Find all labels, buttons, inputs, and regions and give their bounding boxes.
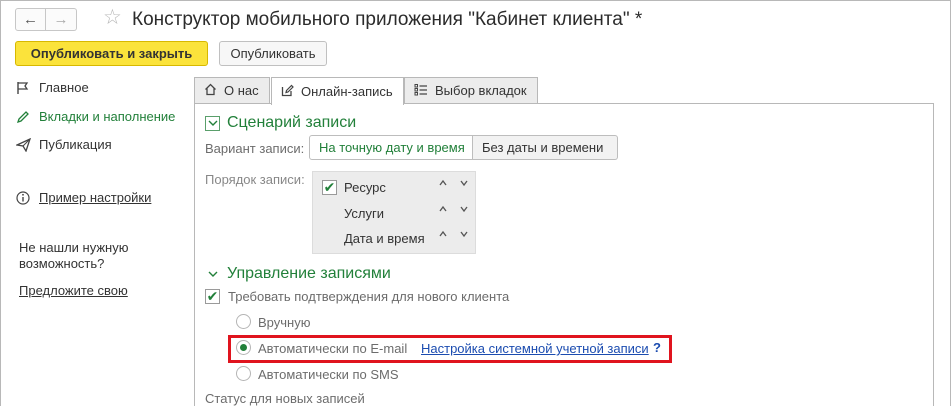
help-text-line: Не нашли нужную: [19, 240, 129, 255]
arrow-left-icon: ←: [23, 11, 38, 28]
sidebar-item-tabs-content[interactable]: Вкладки и наполнение: [14, 109, 175, 124]
send-icon: [14, 137, 32, 152]
sidebar-item-publication[interactable]: Публикация: [14, 137, 112, 152]
order-list: ✔ Ресурс Услуги Дата и время: [312, 171, 476, 254]
home-icon: [204, 83, 217, 99]
navigation-buttons: ← →: [15, 8, 77, 31]
highlight-frame: [228, 335, 672, 363]
radio-auto-sms[interactable]: [236, 366, 251, 381]
help-text-line: возможность?: [19, 256, 105, 271]
info-icon: [14, 190, 32, 205]
move-down-icon[interactable]: [457, 179, 471, 190]
favorite-star-icon[interactable]: ☆: [103, 6, 122, 30]
variant-option-exact-datetime[interactable]: На точную дату и время: [309, 135, 473, 160]
order-label: Порядок записи:: [205, 172, 305, 187]
forward-button[interactable]: →: [46, 8, 77, 31]
suggest-link[interactable]: Предложите свою: [19, 283, 128, 298]
back-button[interactable]: ←: [15, 8, 46, 31]
arrow-right-icon: →: [53, 11, 69, 28]
order-item-services[interactable]: Услуги: [313, 201, 477, 226]
flag-icon: [14, 81, 32, 95]
management-title: Управление записями: [227, 265, 391, 282]
tab-select-tabs[interactable]: Выбор вкладок: [404, 77, 538, 104]
move-down-icon[interactable]: [457, 230, 471, 241]
order-item-label: Дата и время: [344, 231, 425, 246]
booking-scenario-title: Сценарий записи: [227, 114, 357, 131]
move-up-icon[interactable]: [436, 205, 450, 216]
move-up-icon[interactable]: [436, 179, 450, 190]
example-setup-item[interactable]: Пример настройки: [14, 190, 151, 205]
sidebar-item-label: Главное: [39, 80, 89, 95]
publish-and-close-button[interactable]: Опубликовать и закрыть: [15, 41, 208, 66]
page-title: Конструктор мобильного приложения "Кабин…: [132, 9, 643, 30]
sidebar-item-label: Публикация: [39, 137, 112, 152]
help-text: Не нашли нужную возможность?: [19, 240, 169, 272]
tab-label: Выбор вкладок: [435, 83, 527, 98]
order-item-datetime[interactable]: Дата и время: [313, 226, 477, 251]
variant-label: Вариант записи:: [205, 141, 305, 156]
list-icon: [414, 83, 428, 99]
order-item-label: Ресурс: [344, 180, 386, 195]
sidebar-item-label: Вкладки и наполнение: [39, 109, 176, 124]
tab-online-booking[interactable]: Онлайн-запись: [271, 77, 404, 105]
variant-option-no-datetime[interactable]: Без даты и времени: [473, 135, 618, 160]
radio-manual-label: Вручную: [258, 315, 311, 330]
move-up-icon[interactable]: [436, 230, 450, 241]
tab-label: Онлайн-запись: [301, 84, 393, 99]
chevron-down-icon: [207, 117, 219, 132]
order-item-checkbox[interactable]: ✔: [322, 180, 337, 195]
require-confirmation-checkbox[interactable]: ✔: [205, 289, 220, 304]
example-setup-link[interactable]: Пример настройки: [39, 190, 151, 205]
publish-button[interactable]: Опубликовать: [219, 41, 327, 66]
order-item-resource[interactable]: ✔ Ресурс: [313, 175, 477, 200]
move-down-icon[interactable]: [457, 205, 471, 216]
new-records-status-label: Статус для новых записей: [205, 391, 365, 406]
order-item-label: Услуги: [344, 206, 384, 221]
tab-label: О нас: [224, 83, 259, 98]
chevron-down-icon[interactable]: [207, 268, 219, 283]
radio-manual[interactable]: [236, 314, 251, 329]
edit-icon: [281, 84, 294, 100]
radio-auto-sms-label: Автоматически по SMS: [258, 367, 399, 382]
pencil-icon: [14, 110, 32, 124]
require-confirmation-label: Требовать подтверждения для нового клиен…: [228, 289, 510, 304]
sidebar-item-main[interactable]: Главное: [14, 80, 89, 95]
tab-about[interactable]: О нас: [194, 77, 270, 104]
